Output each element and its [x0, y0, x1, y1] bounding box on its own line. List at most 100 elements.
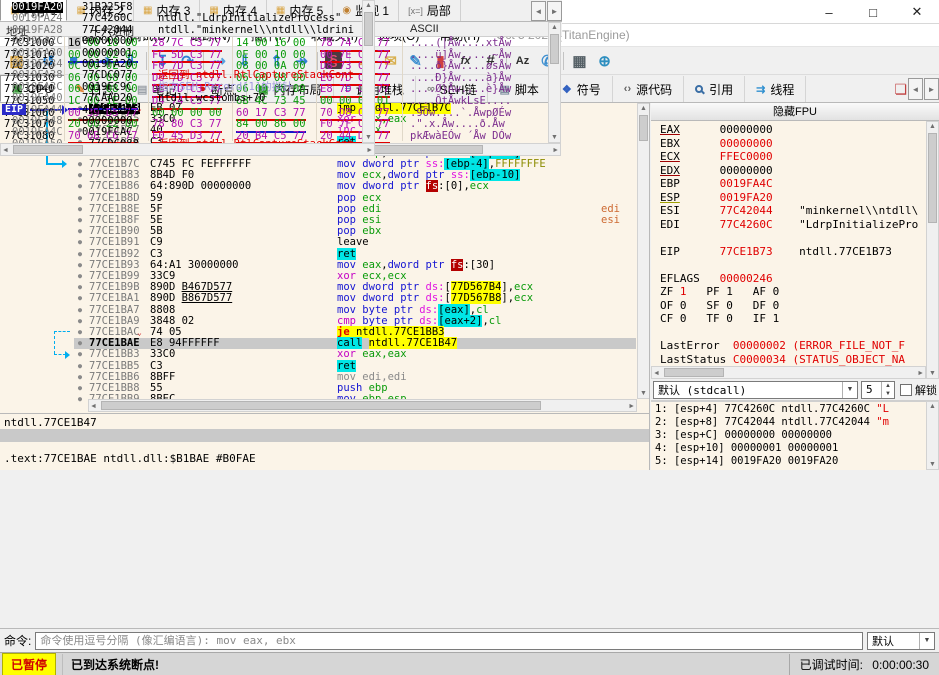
checkbox-icon[interactable] [900, 383, 912, 396]
toolbar-separator [146, 51, 147, 70]
struct-tab-icon[interactable]: ❏ [894, 81, 907, 98]
threads-icon: ⇉ [756, 83, 766, 96]
register-line[interactable]: EAX 00000000 [660, 123, 773, 137]
breakpoint-dot-icon[interactable]: ● [74, 237, 86, 248]
calling-convention-select[interactable]: 默认 (stdcall) ▼ [653, 380, 858, 399]
tab-label: 线程 [770, 82, 795, 97]
close-button[interactable]: ✕ [895, 0, 939, 24]
branch-arrow-head [65, 351, 70, 359]
disasm-hscrollbar[interactable]: ◄ ► [88, 399, 637, 412]
breakpoint-dot-icon[interactable]: ● [74, 181, 86, 192]
registers-vscrollbar[interactable]: ▲ ▼ [926, 121, 939, 379]
breakpoint-dot-icon[interactable]: ● [74, 170, 86, 181]
register-line[interactable]: EBP 0019FA4C [660, 177, 773, 191]
magnifier-icon [695, 85, 704, 93]
breakpoint-dot-icon[interactable]: ● [74, 293, 86, 304]
tab-threads[interactable]: ⇉ 线程 [745, 76, 807, 102]
disasm-row[interactable]: ● 77CE1B91 C9 leave [74, 237, 636, 248]
tab-source[interactable]: ‹› 源代码 [613, 76, 685, 102]
register-line[interactable]: EIP 77CE1B73 ntdll.77CE1B73 [660, 245, 892, 259]
hide-fpu-button[interactable]: 隐藏FPU [651, 103, 939, 121]
dump-hex-group: 14 00 16 00 [236, 37, 306, 49]
register-line[interactable]: CF 0 TF 0 IF 1 [660, 312, 779, 326]
tab-scroll-right-icon[interactable]: ► [924, 78, 939, 100]
arg-row[interactable]: 1: [esp+4] 77C4260C ntdll.77C4260C "L [655, 403, 889, 416]
instruction-comment: esi [601, 214, 620, 226]
command-input[interactable] [35, 631, 863, 650]
strings-icon: Az [515, 54, 530, 67]
spinner-down-icon[interactable]: ▼ [882, 390, 894, 398]
tab-label: 源代码 [636, 82, 673, 97]
instruction-address: 77CE1BA1 [89, 292, 140, 305]
calculator-button[interactable]: ▦ [567, 49, 592, 73]
breakpoint-dot-icon[interactable]: ● [74, 327, 86, 338]
breakpoint-dot-icon[interactable]: ● [74, 394, 86, 405]
dump-vscrollbar[interactable]: ▲ ▼ [548, 22, 561, 143]
breakpoint-dot-icon[interactable]: ● [74, 193, 86, 204]
disasm-row[interactable]: ● 77CE1BB3 33C0 xor eax,eax [74, 349, 636, 360]
dump-tab-7[interactable]: [x=] 局部 [399, 0, 461, 21]
breakpoint-dot-icon[interactable]: ● [74, 338, 86, 349]
unlock-checkbox[interactable]: 解锁 [900, 382, 937, 398]
breakpoint-dot-icon[interactable]: ● [74, 282, 86, 293]
dump-tab-scroll-left-icon[interactable]: ◄ [531, 1, 546, 21]
tab-label: 符号 [576, 82, 601, 97]
register-line[interactable]: LastStatus C0000034 (STATUS_OBJECT_NA [660, 353, 905, 367]
spinner-up-icon[interactable]: ▲ [882, 382, 894, 390]
register-line[interactable]: EDX 00000000 [660, 164, 773, 178]
arg-row[interactable]: 3: [esp+C] 00000000 00000000 [655, 429, 832, 442]
breakpoint-dot-icon[interactable]: ● [74, 204, 86, 215]
memory-chip-icon: ▦ [142, 5, 153, 16]
breakpoint-dot-icon[interactable]: ● [74, 305, 86, 316]
register-line[interactable]: EFLAGS 00000246 [660, 272, 773, 286]
arg-row[interactable]: 2: [esp+8] 77C42044 ntdll.77C42044 "m [655, 416, 889, 429]
registers-list[interactable]: EAX 00000000 EBX 00000000 ECX FFEC0000 EDX … [651, 121, 926, 366]
args-depth-spinner[interactable]: 5 ▲ ▼ [861, 380, 895, 399]
chevron-down-icon[interactable]: ▼ [842, 381, 857, 398]
register-line[interactable]: EDI 77C4260C "LdrpInitializePro [660, 218, 918, 232]
dump-ascii: ....(|Åw....xtÅw [410, 37, 512, 49]
arg-row[interactable]: 5: [esp+14] 0019FA20 0019FA20 [655, 455, 838, 468]
unlock-label: 解锁 [915, 384, 937, 397]
breakpoint-dot-icon[interactable]: ● [74, 159, 86, 170]
register-line[interactable]: ZF 1 PF 1 AF 0 [660, 285, 779, 299]
strings-button[interactable]: Az [510, 49, 535, 73]
args-list[interactable]: 1: [esp+4] 77C4260C ntdll.77C4260C "L 2: … [651, 401, 926, 470]
status-bar: 已暂停 已到达系统断点! 已调试时间: 0:00:00:30 [0, 652, 939, 675]
toolbar-separator [317, 51, 318, 70]
register-line[interactable]: OF 0 SF 0 DF 0 [660, 299, 779, 313]
maximize-button[interactable]: □ [851, 0, 895, 24]
dump-col-ascii: ASCII [410, 23, 439, 35]
arg-row[interactable]: 4: [esp+10] 00000001 00000001 [655, 442, 838, 455]
registers-hscrollbar[interactable]: ◄ ► [651, 366, 926, 379]
calling-convention-value: 默认 (stdcall) [658, 383, 747, 397]
chevron-down-icon[interactable]: ▼ [919, 632, 934, 649]
instruction-text: leave [337, 236, 369, 249]
minimize-button[interactable]: – [807, 0, 851, 24]
breakpoint-dot-icon[interactable]: ● [74, 260, 86, 271]
instruction-address: 77CE1B91 [89, 236, 140, 249]
breakpoint-dot-icon[interactable]: ● [74, 383, 86, 394]
breakpoint-dot-icon[interactable]: ● [74, 226, 86, 237]
info-selected-row [0, 429, 649, 442]
tab-references[interactable]: 引用 [684, 76, 746, 102]
breakpoint-dot-icon[interactable]: ● [74, 249, 86, 260]
breakpoint-dot-icon[interactable]: ● [74, 349, 86, 360]
symbols-globe-button[interactable]: ⊕ [592, 49, 617, 73]
register-line[interactable]: ESI 77C42044 "minkernel\\ntdll\ [660, 204, 918, 218]
register-line[interactable]: EBX 00000000 [660, 137, 773, 151]
disasm-vscrollbar[interactable]: ▲ ▼ [637, 103, 649, 399]
breakpoint-dot-icon[interactable]: ● [74, 316, 86, 327]
args-vscrollbar[interactable]: ▲ ▼ [926, 401, 939, 470]
breakpoint-dot-icon[interactable]: ● [74, 215, 86, 226]
breakpoint-dot-icon[interactable]: ● [74, 372, 86, 383]
register-line[interactable]: ESP 0019FA20 [660, 191, 773, 205]
tab-scroll-left-icon[interactable]: ◄ [908, 78, 923, 100]
register-line[interactable]: LastError 00000002 (ERROR_FILE_NOT_F [660, 339, 905, 353]
register-line[interactable]: ECX FFEC0000 [660, 150, 773, 164]
breakpoint-dot-icon[interactable]: ● [74, 271, 86, 282]
dump-tab-scroll-right-icon[interactable]: ► [547, 1, 562, 21]
command-profile-select[interactable]: 默认 ▼ [867, 631, 935, 650]
command-profile-value: 默认 [872, 635, 894, 648]
breakpoint-dot-icon[interactable]: ● [74, 361, 86, 372]
